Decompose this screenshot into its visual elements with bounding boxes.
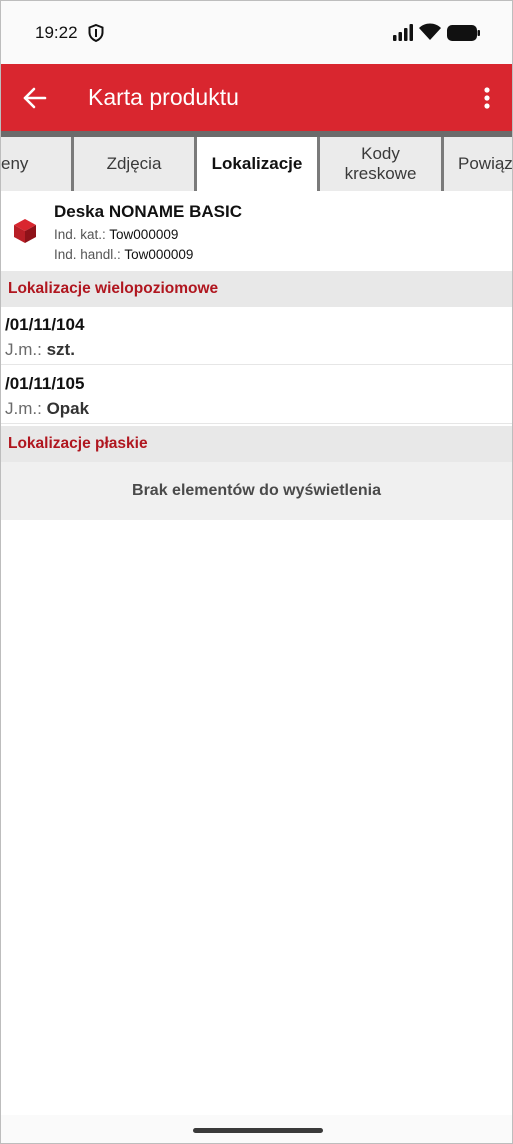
tab-label: eny — [1, 154, 29, 173]
tab-locations[interactable]: Lokalizacje — [197, 137, 317, 191]
home-indicator[interactable] — [193, 1128, 323, 1133]
location-code: /01/11/104 — [5, 315, 85, 334]
product-name: Deska NONAME BASIC — [54, 202, 242, 221]
catalog-index-label: Ind. kat.: — [54, 227, 106, 242]
tab-prices[interactable]: eny — [1, 137, 71, 191]
tab-barcodes[interactable]: Kody kreskowe — [320, 137, 441, 191]
trade-index-label: Ind. handl.: — [54, 247, 121, 262]
box-icon — [13, 218, 37, 249]
tab-label: Powiąz — [458, 154, 513, 173]
page-title: Karta produktu — [88, 84, 239, 110]
location-code: /01/11/105 — [5, 374, 85, 393]
trade-index-value: Tow000009 — [124, 247, 194, 262]
more-options-button[interactable] — [477, 84, 497, 112]
back-button[interactable] — [21, 84, 51, 112]
product-trade-index: Ind. handl.: Tow000009 — [54, 247, 193, 262]
tab-photos[interactable]: Zdjęcia — [74, 137, 194, 191]
catalog-index-value: Tow000009 — [109, 227, 179, 242]
unit-label: J.m.: — [5, 340, 42, 359]
list-item[interactable]: /01/11/104 J.m.: szt. — [1, 307, 512, 365]
tab-bar: eny Zdjęcia Lokalizacje Kody kreskowe Po… — [1, 137, 512, 191]
status-time: 19:22 — [35, 23, 78, 42]
more-vert-icon — [484, 87, 490, 109]
signal-icon — [393, 24, 415, 46]
wifi-icon — [419, 23, 441, 46]
tab-label: Lokalizacje — [211, 154, 303, 173]
tab-related[interactable]: Powiąz — [444, 137, 513, 191]
section-header-multilevel: Lokalizacje wielopoziomowe — [1, 271, 512, 307]
unit-label: J.m.: — [5, 399, 42, 418]
shield-icon — [88, 23, 104, 47]
unit-value: szt. — [46, 340, 75, 359]
screen: 19:22 Karta produktu eny Zdjęcia Lokaliz… — [0, 0, 513, 1144]
unit-value: Opak — [46, 399, 90, 418]
system-nav-bar — [1, 1115, 512, 1143]
tab-label: Kody kreskowe — [344, 144, 417, 183]
location-unit: J.m.: Opak — [5, 399, 89, 419]
arrow-left-icon — [23, 87, 47, 109]
product-catalog-index: Ind. kat.: Tow000009 — [54, 227, 178, 242]
tab-label: Zdjęcia — [106, 154, 162, 173]
section-header-flat: Lokalizacje płaskie — [1, 426, 512, 462]
list-item[interactable]: /01/11/105 J.m.: Opak — [1, 366, 512, 424]
battery-icon — [447, 25, 480, 46]
product-header: Deska NONAME BASIC Ind. kat.: Tow000009 … — [1, 191, 512, 271]
status-bar: 19:22 — [1, 1, 512, 64]
empty-state-message: Brak elementów do wyświetlenia — [1, 462, 512, 520]
app-bar: Karta produktu — [1, 64, 512, 131]
location-unit: J.m.: szt. — [5, 340, 75, 360]
